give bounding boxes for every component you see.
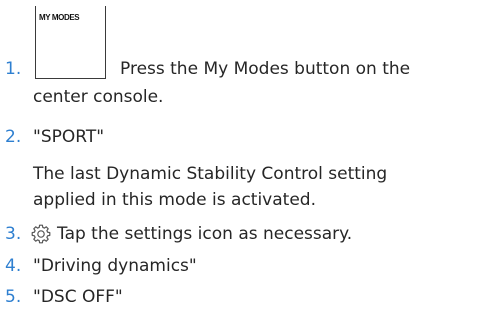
settings-gear-icon	[31, 224, 51, 244]
step-2-text: "SPORT"	[33, 127, 105, 147]
step-2-number: 2.	[5, 127, 22, 147]
step-1-number: 1.	[5, 59, 22, 79]
step-4-number: 4.	[5, 256, 22, 276]
my-modes-button-image: MY MODES	[35, 6, 106, 79]
step-2-note-continued: applied in this mode is activated.	[33, 190, 316, 210]
step-5-text: "DSC OFF"	[33, 287, 123, 307]
step-1-text-continued: center console.	[33, 87, 164, 107]
instruction-list: MY MODES 1. Press the My Modes button on…	[0, 0, 485, 312]
step-5-number: 5.	[5, 287, 22, 307]
step-4-text: "Driving dynamics"	[33, 256, 197, 276]
step-3-text: Tap the settings icon as necessary.	[57, 224, 353, 244]
step-3-number: 3.	[5, 224, 22, 244]
my-modes-button-label: MY MODES	[39, 13, 80, 22]
step-2-note: The last Dynamic Stability Control setti…	[33, 164, 388, 184]
step-1-text: Press the My Modes button on the	[120, 59, 411, 79]
